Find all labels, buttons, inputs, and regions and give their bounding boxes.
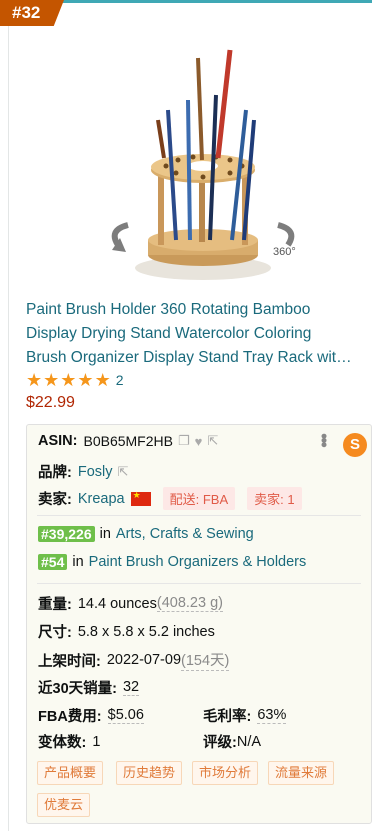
external-link-icon[interactable]: ⇱ xyxy=(118,464,129,480)
fba-value: $5.06 xyxy=(107,707,144,724)
sales-row: 近30天销量: 32 xyxy=(38,677,140,698)
rank-badge: #32 xyxy=(0,0,64,26)
seller-label: 卖家: xyxy=(38,492,72,508)
rank-in-text: in xyxy=(72,554,84,570)
grade-label: 评级: xyxy=(203,735,237,751)
tag-traffic-source[interactable]: 流量来源 xyxy=(268,761,335,785)
tag-youmaiyun[interactable]: 优麦云 xyxy=(37,793,91,817)
fba-row: FBA费用: $5.06 xyxy=(38,705,144,726)
grade-row: 评级: N/A xyxy=(203,731,261,752)
title-line-2: Display Drying Stand Watercolor Coloring xyxy=(26,325,312,342)
star-icon: ★ xyxy=(94,370,111,390)
tag-market-analysis[interactable]: 市场分析 xyxy=(192,761,259,785)
listed-row: 上架时间: 2022-07-09 (154天) xyxy=(38,649,230,671)
heart-icon[interactable]: ♥ xyxy=(195,434,203,449)
weight-value: 14.4 ounces xyxy=(77,595,157,612)
seller-link[interactable]: Kreapa xyxy=(78,491,125,507)
listed-label: 上架时间: xyxy=(38,653,101,670)
product-price: $22.99 xyxy=(26,394,75,411)
star-icon: ★ xyxy=(77,370,94,390)
margin-row: 毛利率: 63% xyxy=(203,705,287,726)
rank-row-1: #39,226 in Arts, Crafts & Sewing xyxy=(38,526,254,542)
copy-icon[interactable]: ❐ xyxy=(178,433,190,449)
variants-label: 变体数: xyxy=(38,735,87,751)
asin-label: ASIN: xyxy=(38,433,78,449)
listed-days: (154天) xyxy=(181,649,230,671)
grade-value: N/A xyxy=(236,733,262,750)
extension-logo-icon[interactable]: S xyxy=(343,433,367,457)
margin-value: 63% xyxy=(257,707,287,724)
tag-history-trend[interactable]: 历史趋势 xyxy=(116,761,183,785)
asin-value: B0B65MF2HB xyxy=(83,433,173,449)
more-options-icon[interactable]: ••• xyxy=(314,433,334,446)
rank-in-text: in xyxy=(99,526,111,542)
star-icon: ★ xyxy=(60,370,77,390)
sales-label: 近30天销量: xyxy=(38,681,117,697)
weight-row: 重量: 14.4 ounces (408.23 g) xyxy=(38,593,223,614)
divider xyxy=(37,515,361,516)
seller-count-chip: 卖家: 1 xyxy=(247,487,302,510)
rank-category-link[interactable]: Paint Brush Organizers & Holders xyxy=(89,554,307,570)
divider xyxy=(37,583,361,584)
variants-value: 1 xyxy=(92,733,101,750)
product-title-link[interactable]: Paint Brush Holder 360 Rotating Bamboo D… xyxy=(26,298,372,370)
weight-label: 重量: xyxy=(38,597,72,613)
seller-info-panel: ••• S ASIN: B0B65MF2HB ❐ ♥ ⇱ 品牌: Fosly ⇱… xyxy=(26,424,372,824)
rank-chip: #54 xyxy=(38,554,68,570)
title-line-1: Paint Brush Holder 360 Rotating Bamboo xyxy=(26,301,311,318)
product-image[interactable]: 360° xyxy=(98,40,308,288)
asin-row: ASIN: B0B65MF2HB ❐ ♥ ⇱ xyxy=(38,433,218,449)
brand-link[interactable]: Fosly xyxy=(78,464,113,480)
sales-value: 32 xyxy=(122,679,140,696)
share-icon[interactable]: ⇱ xyxy=(207,433,218,449)
china-flag-icon xyxy=(130,490,151,506)
rank-chip: #39,226 xyxy=(38,526,95,542)
rotation-label: 360° xyxy=(273,246,296,258)
rank-row-2: #54 in Paint Brush Organizers & Holders xyxy=(38,554,306,570)
seller-row: 卖家: Kreapa 配送: FBA 卖家: 1 xyxy=(38,487,302,510)
margin-label: 毛利率: xyxy=(203,709,252,725)
tag-product-overview[interactable]: 产品概要 xyxy=(37,761,104,785)
title-line-3: Brush Organizer Display Stand Tray Rack … xyxy=(26,349,352,366)
star-rating[interactable]: ★ ★ ★ ★ ★ 2 xyxy=(26,370,124,390)
brand-row: 品牌: Fosly ⇱ xyxy=(38,461,128,482)
brand-label: 品牌: xyxy=(38,465,72,481)
variants-row: 变体数: 1 xyxy=(38,731,100,752)
size-row: 尺寸: 5.8 x 5.8 x 5.2 inches xyxy=(38,621,215,642)
size-label: 尺寸: xyxy=(38,625,72,641)
review-count-link[interactable]: 2 xyxy=(116,372,124,388)
weight-grams: (408.23 g) xyxy=(156,595,223,612)
fba-label: FBA费用: xyxy=(38,709,102,725)
star-icon: ★ xyxy=(26,370,43,390)
star-icon: ★ xyxy=(43,370,60,390)
shipping-chip: 配送: FBA xyxy=(162,487,236,510)
listed-value: 2022-07-09 xyxy=(106,652,182,668)
rank-category-link[interactable]: Arts, Crafts & Sewing xyxy=(116,526,254,542)
size-value: 5.8 x 5.8 x 5.2 inches xyxy=(77,623,215,640)
